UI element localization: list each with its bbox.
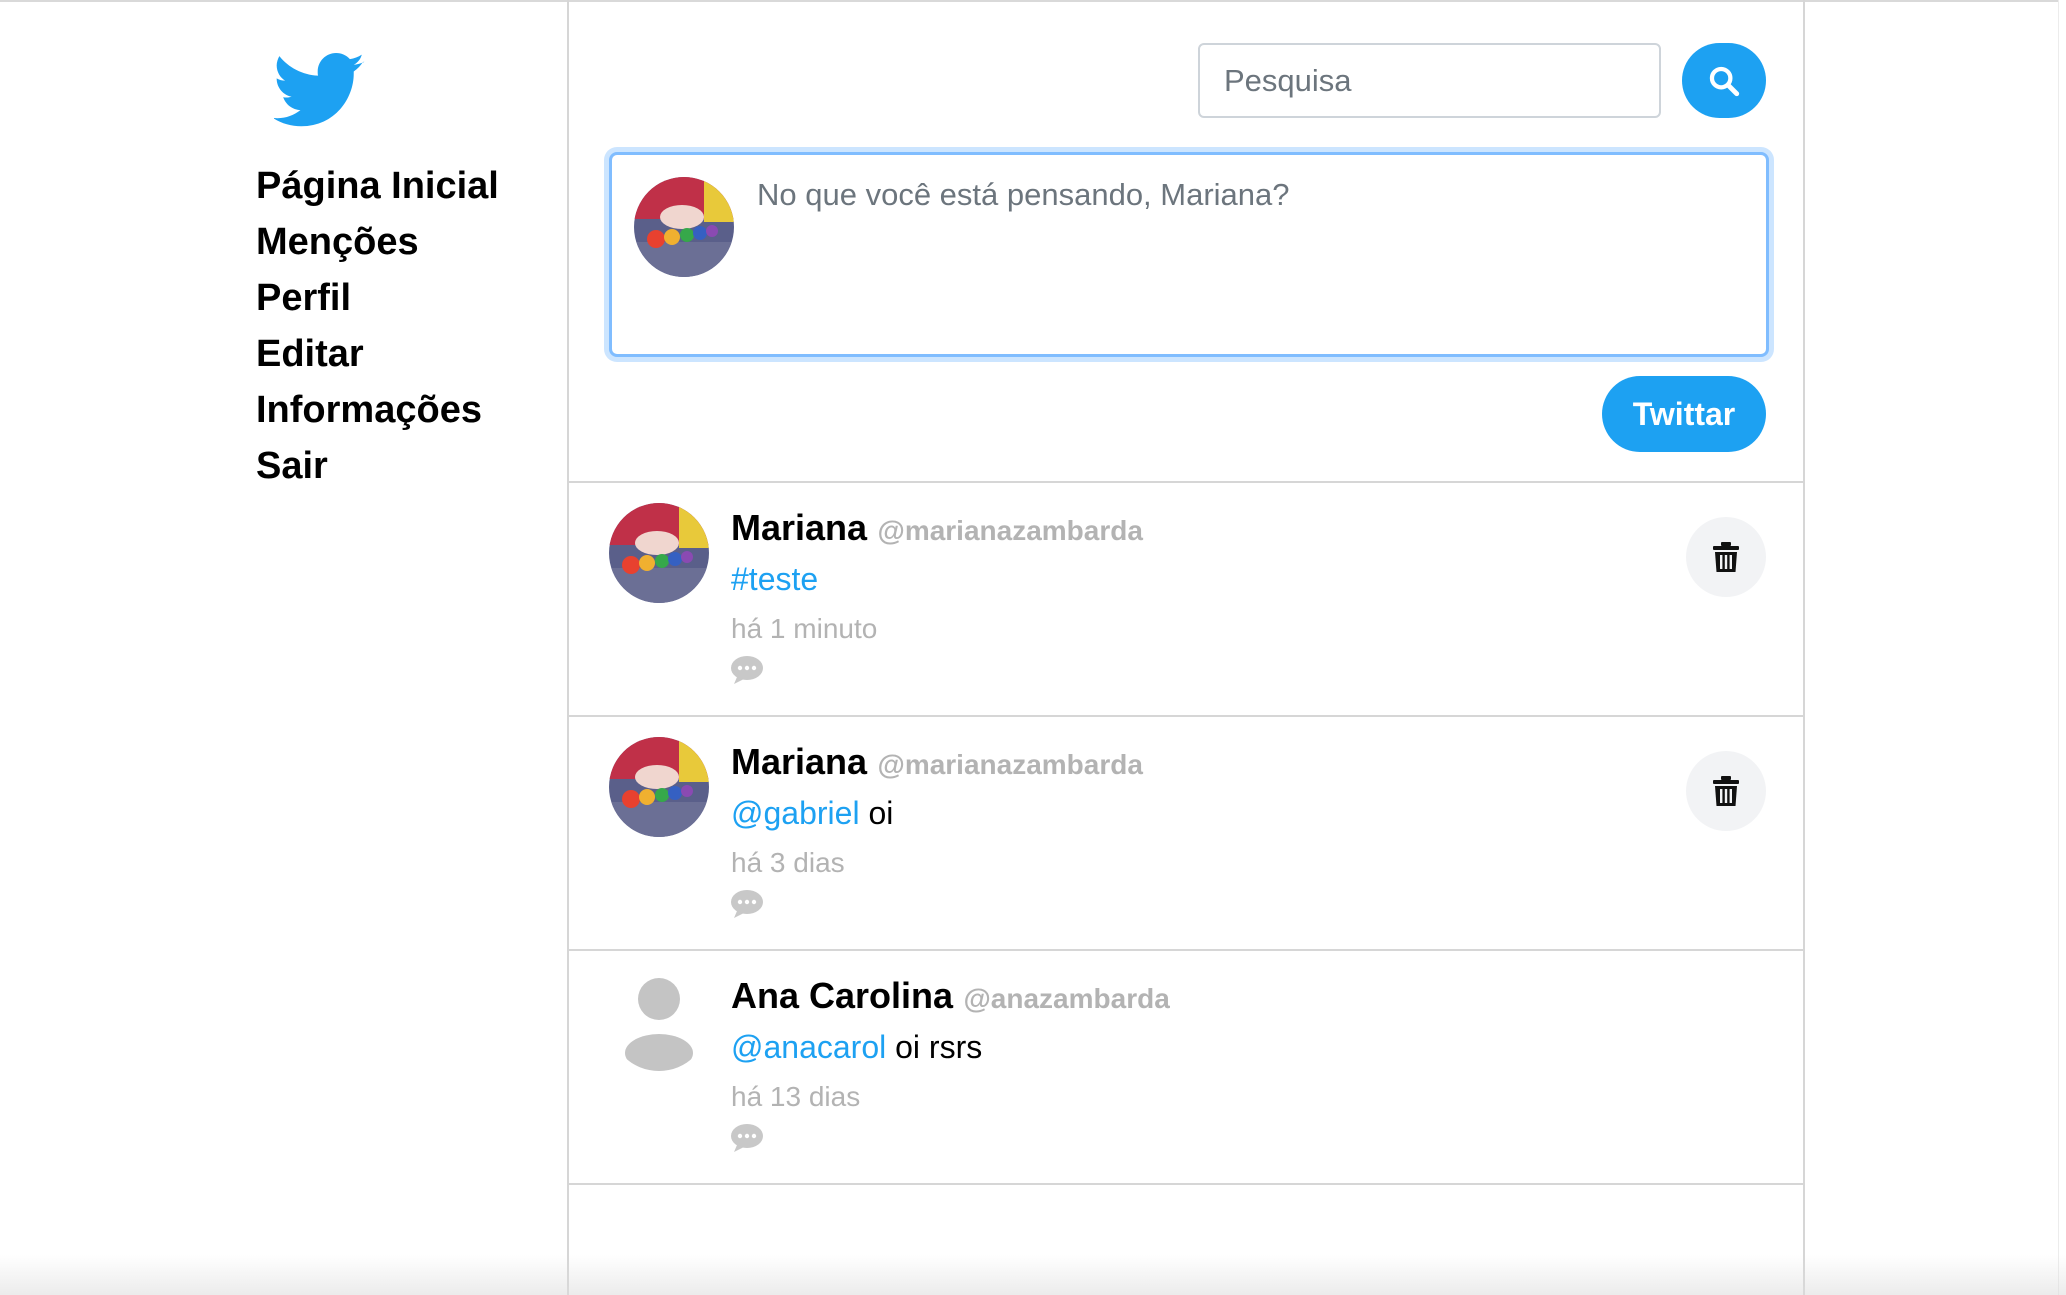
page: Página Inicial Menções Perfil Editar Inf… bbox=[0, 0, 2066, 1295]
twitter-bird-icon[interactable] bbox=[274, 52, 366, 130]
trash-icon bbox=[1713, 542, 1739, 572]
tweet-feed: Mariana @marianazambarda #teste há 1 min… bbox=[569, 481, 1803, 1185]
search-icon bbox=[1709, 66, 1740, 96]
tweet-author-name[interactable]: Mariana bbox=[731, 507, 867, 548]
mention-link[interactable]: @anacarol bbox=[731, 1029, 886, 1065]
tweet-text-content: oi bbox=[859, 795, 894, 831]
search-input[interactable] bbox=[1198, 43, 1661, 118]
search-button[interactable] bbox=[1682, 43, 1766, 118]
avatar[interactable] bbox=[609, 971, 709, 1071]
tweet-text: #teste bbox=[731, 561, 818, 598]
sidebar-item-pagina-inicial[interactable]: Página Inicial bbox=[256, 158, 499, 214]
sidebar-nav: Página Inicial Menções Perfil Editar Inf… bbox=[256, 158, 499, 494]
comment-icon[interactable] bbox=[729, 1123, 765, 1153]
avatar[interactable] bbox=[609, 737, 709, 837]
sidebar: Página Inicial Menções Perfil Editar Inf… bbox=[0, 0, 567, 1295]
sidebar-item-perfil[interactable]: Perfil bbox=[256, 270, 499, 326]
sidebar-item-informacoes[interactable]: Informações bbox=[256, 382, 499, 438]
hashtag-link[interactable]: #teste bbox=[731, 561, 818, 597]
tweet-text: @anacarol oi rsrs bbox=[731, 1029, 982, 1066]
tweet-item: Mariana @marianazambarda @gabriel oi há … bbox=[569, 717, 1803, 951]
tweet-author-name[interactable]: Ana Carolina bbox=[731, 975, 953, 1016]
tweet-author-handle[interactable]: @marianazambarda bbox=[878, 515, 1143, 546]
default-user-icon bbox=[609, 971, 709, 1071]
tweet-composer bbox=[609, 152, 1769, 357]
comment-icon[interactable] bbox=[729, 655, 765, 685]
twittar-button[interactable]: Twittar bbox=[1602, 376, 1766, 452]
trash-icon bbox=[1713, 776, 1739, 806]
avatar-photo bbox=[609, 737, 709, 837]
comment-icon[interactable] bbox=[729, 889, 765, 919]
tweet-text-content: oi rsrs bbox=[886, 1029, 983, 1065]
tweet-item: Mariana @marianazambarda #teste há 1 min… bbox=[569, 483, 1803, 717]
avatar bbox=[634, 177, 734, 277]
mention-link[interactable]: @gabriel bbox=[731, 795, 860, 831]
tweet-author-handle[interactable]: @marianazambarda bbox=[878, 749, 1143, 780]
main-column: Twittar bbox=[567, 0, 1805, 1295]
sidebar-item-mencoes[interactable]: Menções bbox=[256, 214, 499, 270]
delete-tweet-button[interactable] bbox=[1686, 517, 1766, 597]
tweet-textarea[interactable] bbox=[757, 173, 1747, 333]
tweet-header: Mariana @marianazambarda bbox=[731, 507, 1143, 549]
window-edge bbox=[2058, 0, 2066, 1295]
tweet-header: Ana Carolina @anazambarda bbox=[731, 975, 1170, 1017]
sidebar-item-editar[interactable]: Editar bbox=[256, 326, 499, 382]
tweet-text: @gabriel oi bbox=[731, 795, 893, 832]
tweet-timestamp: há 1 minuto bbox=[731, 613, 878, 644]
avatar[interactable] bbox=[609, 503, 709, 603]
tweet-author-name[interactable]: Mariana bbox=[731, 741, 867, 782]
tweet-item: Ana Carolina @anazambarda @anacarol oi r… bbox=[569, 951, 1803, 1185]
delete-tweet-button[interactable] bbox=[1686, 751, 1766, 831]
tweet-timestamp: há 13 dias bbox=[731, 1081, 861, 1112]
tweet-header: Mariana @marianazambarda bbox=[731, 741, 1143, 783]
avatar-photo bbox=[634, 177, 734, 277]
avatar-photo bbox=[609, 503, 709, 603]
tweet-author-handle[interactable]: @anazambarda bbox=[964, 983, 1170, 1014]
sidebar-item-sair[interactable]: Sair bbox=[256, 438, 499, 494]
tweet-timestamp: há 3 dias bbox=[731, 847, 845, 878]
